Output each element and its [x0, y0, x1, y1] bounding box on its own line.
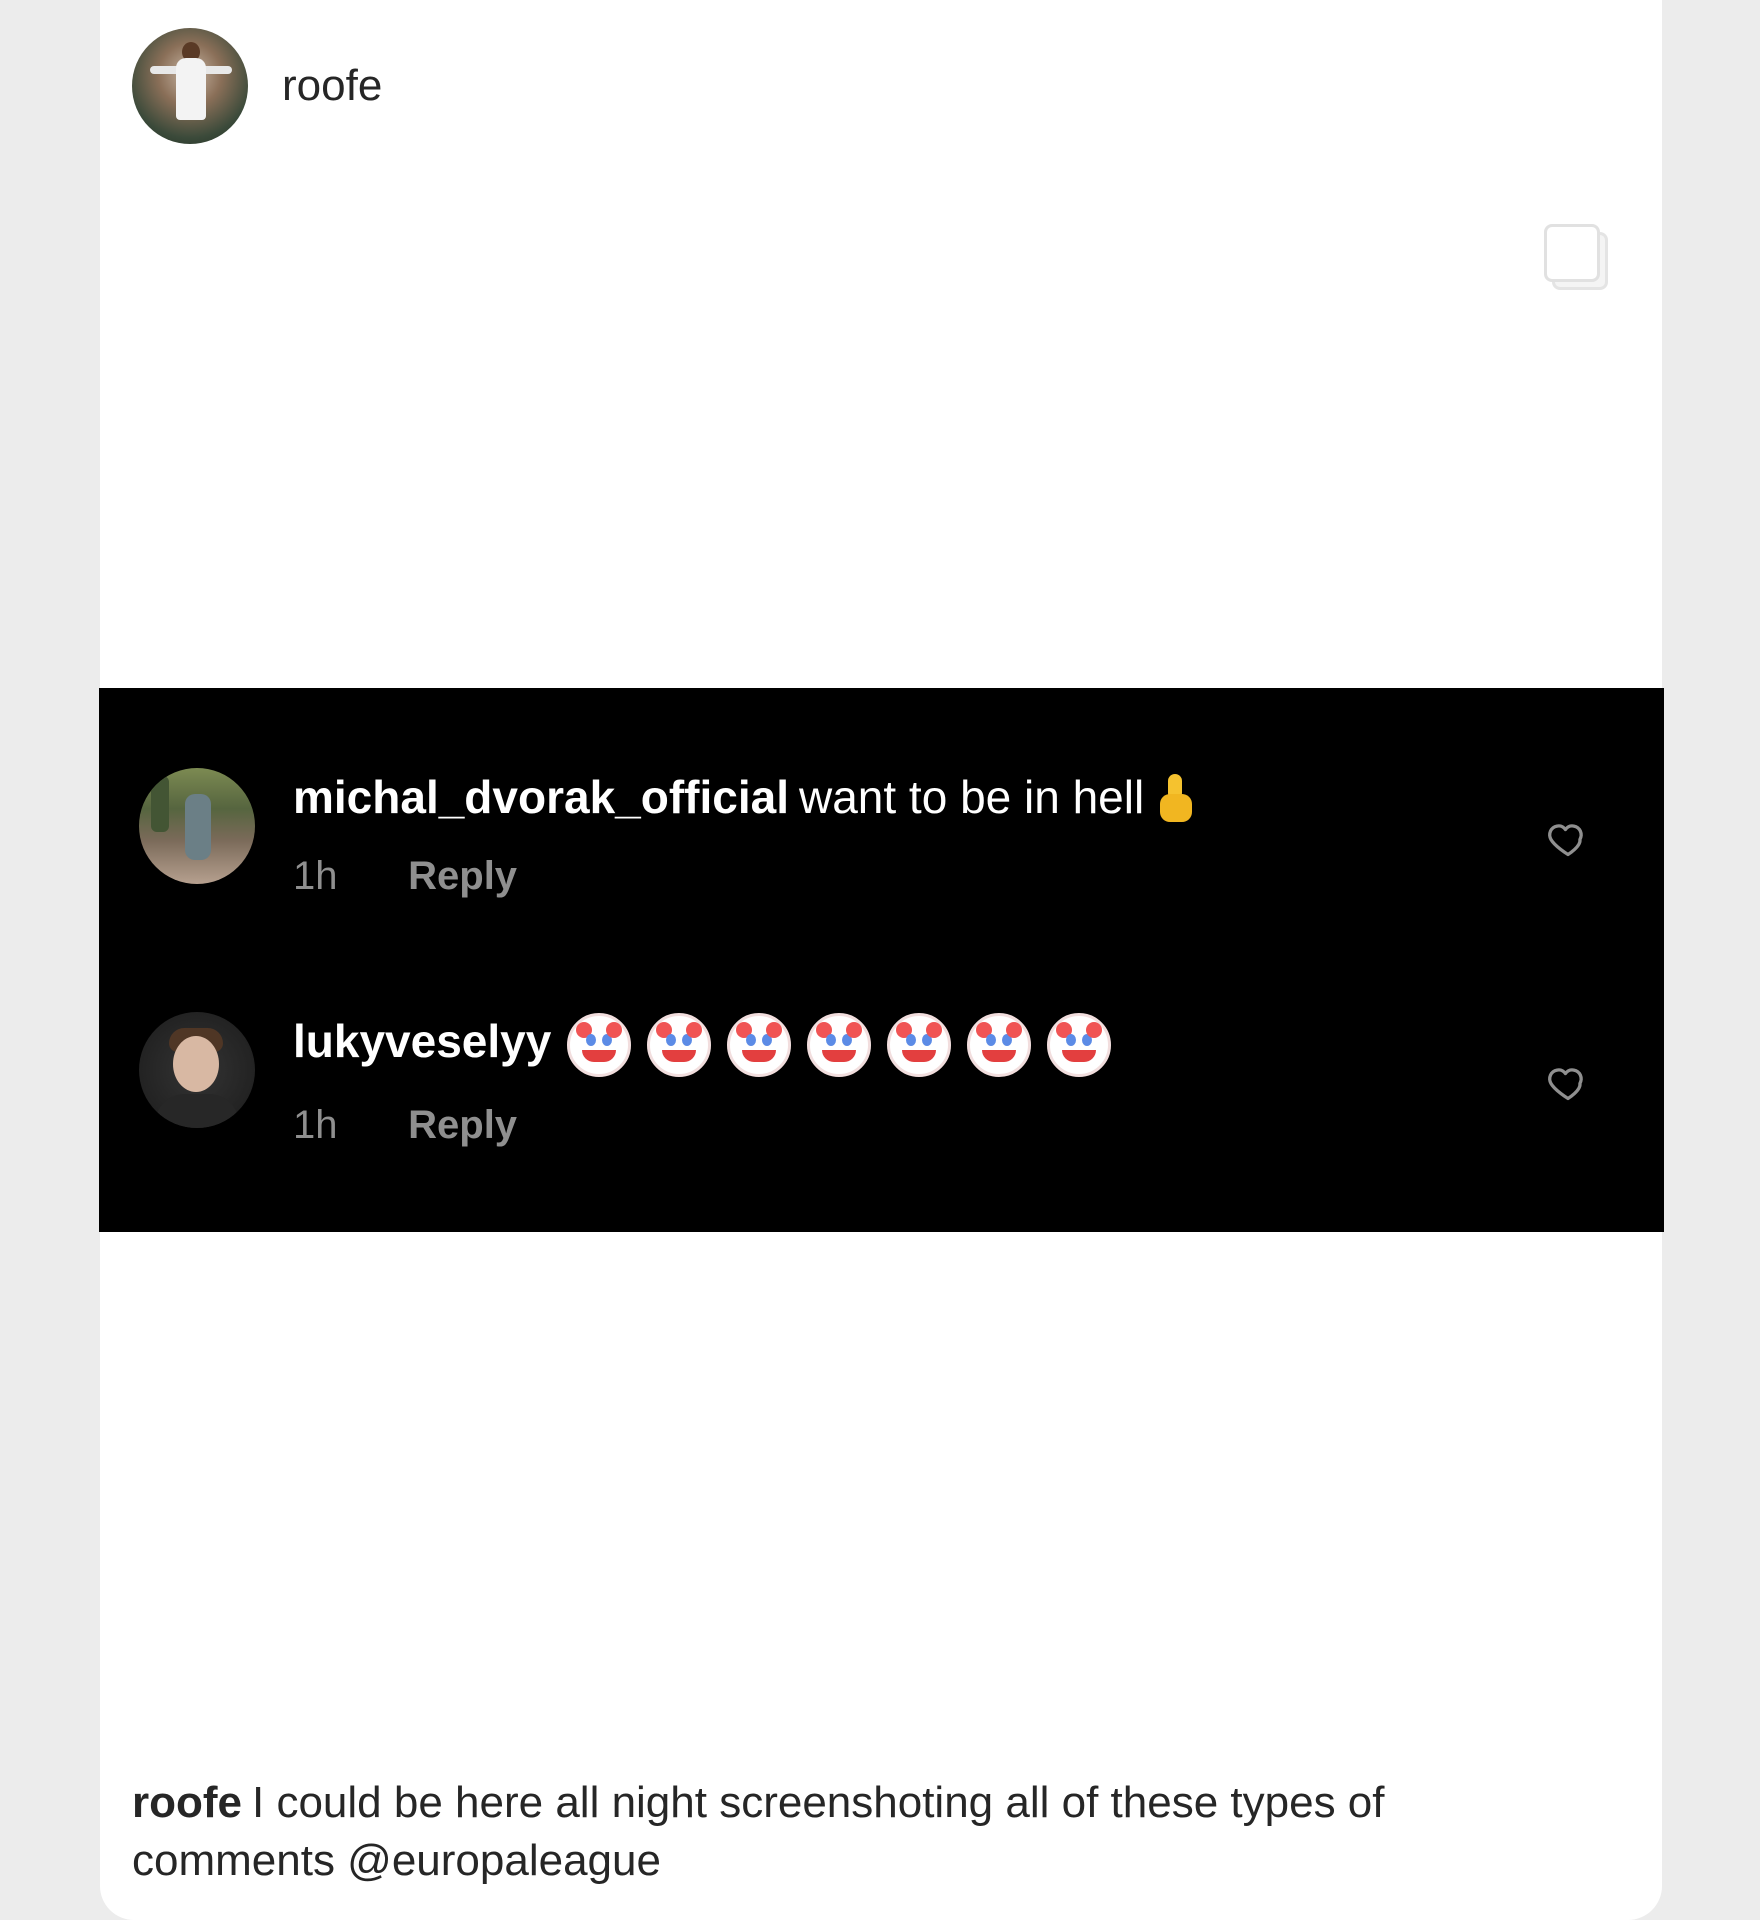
emoji-mouth	[822, 1049, 857, 1062]
post-header: roofe	[132, 28, 382, 144]
reply-button[interactable]: Reply	[408, 854, 517, 898]
avatar-figure	[176, 58, 206, 120]
comment-username[interactable]: lukyveselyy	[293, 1015, 551, 1067]
shirt-shape	[155, 1094, 239, 1128]
media-front-square	[1544, 224, 1600, 282]
emoji-mouth	[982, 1049, 1017, 1062]
comment-text: want to be in hell	[798, 771, 1145, 823]
caption-text: I could be here all night screenshoting …	[132, 1778, 1385, 1885]
comments-panel: michal_dvorak_official want to be in hell…	[99, 688, 1664, 1232]
comment-body: lukyveselyy 1h Reply	[293, 1012, 1493, 1147]
profile-avatar[interactable]	[132, 28, 248, 144]
comment-time: 1h	[293, 853, 338, 898]
comment-body: michal_dvorak_official want to be in hell…	[293, 768, 1493, 898]
commenter-avatar[interactable]	[139, 1012, 255, 1128]
middle-finger-emoji	[1158, 773, 1194, 828]
caption-username[interactable]: roofe	[132, 1778, 242, 1827]
post-caption: roofe I could be here all night screensho…	[132, 1774, 1582, 1890]
emoji-palm	[1160, 793, 1193, 822]
comment-meta: 1h Reply	[293, 854, 1493, 898]
emoji-eyes	[586, 1033, 613, 1046]
reply-button[interactable]: Reply	[408, 1103, 517, 1147]
comment-username[interactable]: michal_dvorak_official	[293, 771, 789, 823]
clown-face-emoji	[567, 1012, 632, 1077]
emoji-mouth	[742, 1049, 777, 1062]
comment-line: michal_dvorak_official want to be in hell	[293, 768, 1493, 828]
clown-face-emoji	[887, 1012, 952, 1077]
clown-face-emoji	[1047, 1012, 1112, 1077]
heart-icon[interactable]	[1546, 816, 1590, 860]
tree-shape	[151, 776, 169, 832]
clown-face-emoji	[807, 1012, 872, 1077]
emoji-eyes	[746, 1033, 773, 1046]
clown-face-emoji	[967, 1012, 1032, 1077]
clown-face-emoji	[647, 1012, 712, 1077]
person-shape	[185, 794, 211, 860]
emoji-eyes	[666, 1033, 693, 1046]
emoji-eyes	[986, 1033, 1013, 1046]
emoji-eyes	[826, 1033, 853, 1046]
emoji-mouth	[1062, 1049, 1097, 1062]
clown-face-emoji	[727, 1012, 792, 1077]
comment-line: lukyveselyy	[293, 1012, 1493, 1077]
comment-meta: 1h Reply	[293, 1103, 1493, 1147]
comment-item: michal_dvorak_official want to be in hell…	[139, 768, 1624, 898]
multiple-media-icon	[1544, 224, 1608, 290]
emoji-mouth	[662, 1049, 697, 1062]
emoji-eyes	[1066, 1033, 1093, 1046]
emoji-mouth	[582, 1049, 617, 1062]
face-shape	[173, 1036, 219, 1092]
comment-item: lukyveselyy 1h Reply	[139, 1012, 1624, 1147]
commenter-avatar[interactable]	[139, 768, 255, 884]
post-username[interactable]: roofe	[282, 61, 382, 111]
comment-time: 1h	[293, 1102, 338, 1147]
emoji-eyes	[906, 1033, 933, 1046]
emoji-mouth	[902, 1049, 937, 1062]
heart-icon[interactable]	[1546, 1060, 1590, 1104]
